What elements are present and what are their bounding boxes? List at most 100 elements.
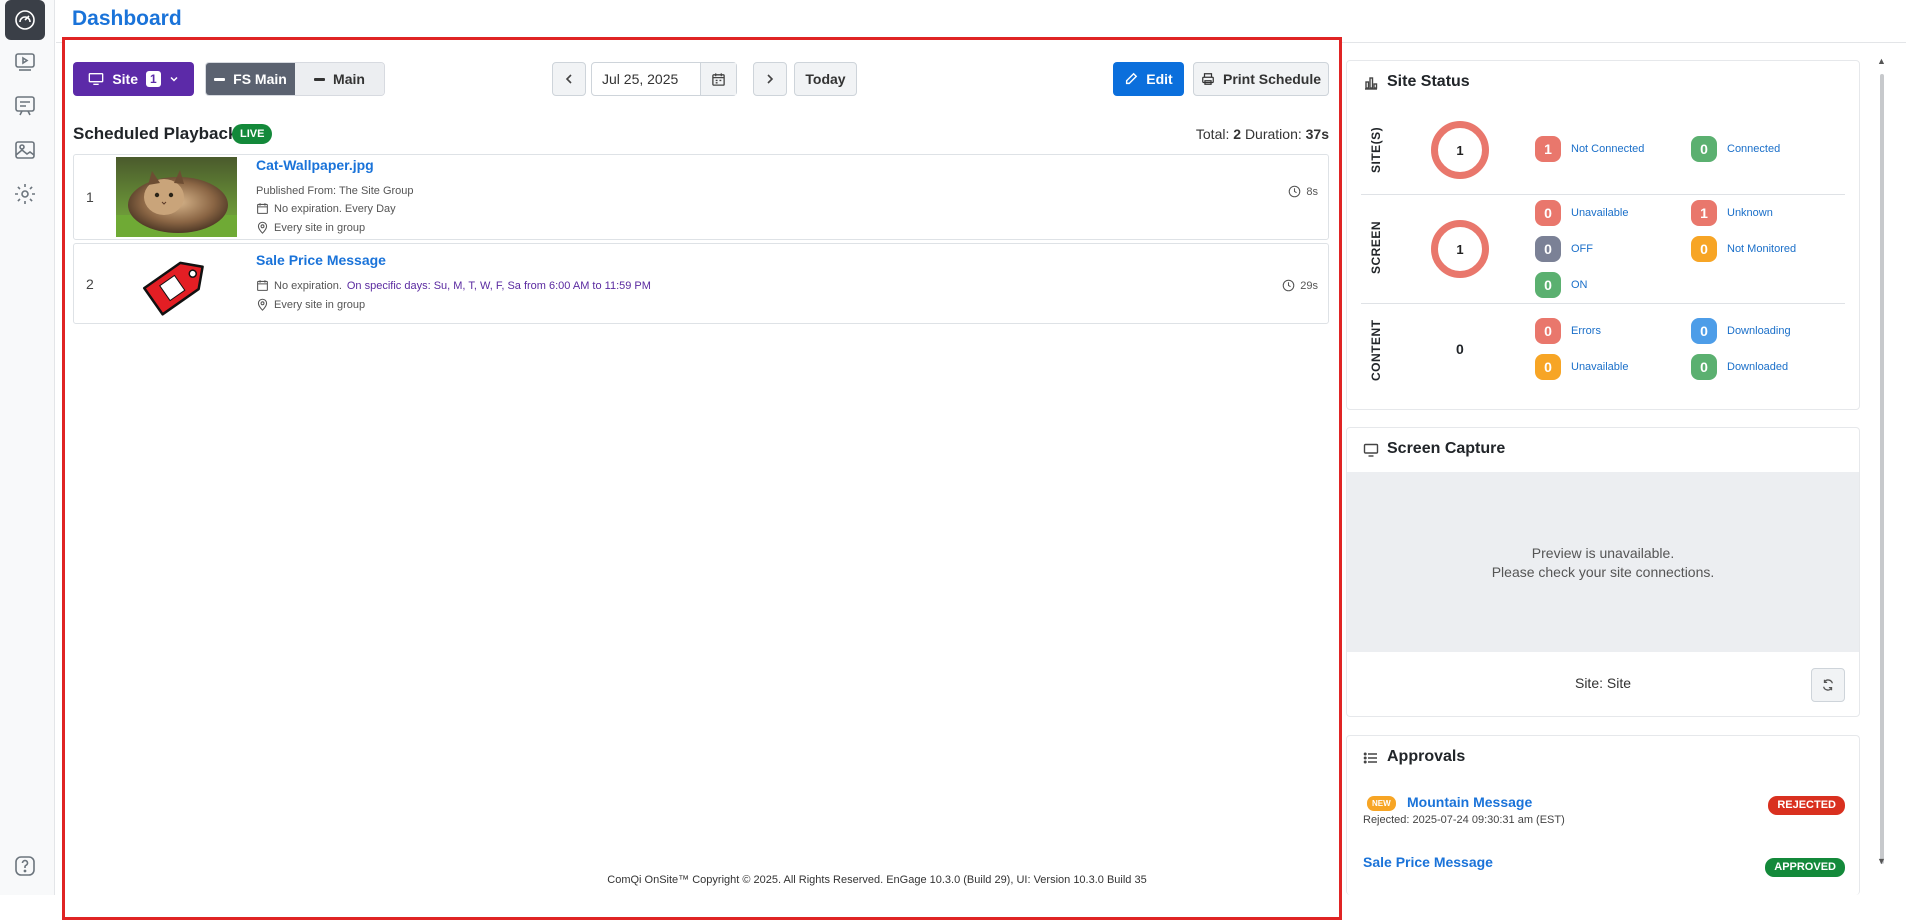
stat-screen-not-monitored[interactable]: 0 Not Monitored xyxy=(1691,236,1796,262)
help-icon xyxy=(15,856,35,876)
playlist-nav[interactable] xyxy=(5,42,45,82)
zone-main-tab[interactable]: Main xyxy=(295,63,384,95)
today-button[interactable]: Today xyxy=(794,62,857,96)
capture-site-label: Site: Site xyxy=(1574,675,1632,691)
zone-fs-main-tab[interactable]: FS Main xyxy=(206,63,295,95)
chevron-right-icon xyxy=(767,74,774,84)
stat-value: 0 xyxy=(1535,200,1561,226)
site-selector-button[interactable]: Site 1 xyxy=(73,62,194,96)
total-value: 2 xyxy=(1233,126,1242,142)
clock-icon xyxy=(1289,185,1301,198)
stat-screen-unknown[interactable]: 1 Unknown xyxy=(1691,200,1773,226)
playlist-icon xyxy=(15,53,35,71)
approval-title-link[interactable]: Sale Price Message xyxy=(1363,854,1493,870)
expiration-text: No expiration. Every Day xyxy=(274,202,396,215)
location-text: Every site in group xyxy=(274,221,366,234)
dashboard-nav[interactable] xyxy=(5,0,45,40)
row-title-link[interactable]: Cat-Wallpaper.jpg xyxy=(256,157,374,173)
site-status-title: Site Status xyxy=(1387,73,1470,90)
stat-not-connected[interactable]: 1 Not Connected xyxy=(1535,136,1644,162)
clock-icon xyxy=(1282,279,1295,292)
stat-label: ON xyxy=(1571,279,1588,291)
stat-label: Unavailable xyxy=(1571,361,1629,373)
location-line: Every site in group xyxy=(256,221,365,234)
sale-tag-thumbnail xyxy=(116,246,237,320)
chevron-down-icon xyxy=(170,76,178,82)
stat-screen-on[interactable]: 0 ON xyxy=(1535,272,1588,298)
refresh-icon xyxy=(1822,679,1834,691)
refresh-capture-button[interactable] xyxy=(1811,668,1845,702)
stat-value: 0 xyxy=(1691,236,1717,262)
stat-content-unavailable[interactable]: 0 Unavailable xyxy=(1535,354,1628,380)
dash-icon xyxy=(314,77,326,81)
stat-label: OFF xyxy=(1571,243,1593,255)
duration-value: 37s xyxy=(1305,126,1329,142)
stat-screen-unavailable[interactable]: 0 Unavailable xyxy=(1535,200,1628,226)
scroll-down-icon[interactable]: ▼ xyxy=(1877,856,1886,866)
right-scrollbar[interactable]: ▲ ▼ xyxy=(1876,56,1888,876)
settings-nav[interactable] xyxy=(5,174,45,214)
help-nav[interactable] xyxy=(5,846,45,886)
row-duration: 8s xyxy=(1288,185,1318,198)
site-status-card: Site Status SITE(S) 1 1 Not Connected 0 … xyxy=(1346,60,1860,410)
preview-line-2: Please check your site connections. xyxy=(1491,564,1715,580)
previous-date-button[interactable] xyxy=(552,62,586,96)
scroll-thumb[interactable] xyxy=(1880,74,1884,864)
rejected-badge: REJECTED xyxy=(1768,796,1845,815)
approvals-card: Approvals NEW Mountain Message Rejected:… xyxy=(1346,735,1860,895)
approval-title-link[interactable]: Mountain Message xyxy=(1407,794,1532,810)
stat-label: Not Monitored xyxy=(1727,243,1797,255)
screen-capture-title: Screen Capture xyxy=(1387,440,1506,457)
duration-label: Duration: xyxy=(1244,126,1302,142)
stat-content-downloaded[interactable]: 0 Downloaded xyxy=(1691,354,1788,380)
stat-screen-off[interactable]: 0 OFF xyxy=(1535,236,1593,262)
row-duration: 29s xyxy=(1282,279,1318,292)
expiration-line: No expiration. Every Day xyxy=(256,202,396,215)
stat-label: Unavailable xyxy=(1571,207,1629,219)
media-nav[interactable] xyxy=(5,130,45,170)
calendar-button[interactable] xyxy=(700,63,736,95)
total-label: Total: xyxy=(1195,126,1230,142)
stat-value: 0 xyxy=(1535,318,1561,344)
media-icon xyxy=(15,141,35,159)
stat-content-downloading[interactable]: 0 Downloading xyxy=(1691,318,1791,344)
schedule-panel: Site 1 FS Main Main Jul 25, 2025 Today E… xyxy=(62,37,1342,920)
capture-preview-area: Preview is unavailable. Please check you… xyxy=(1347,472,1859,652)
date-input[interactable]: Jul 25, 2025 xyxy=(592,63,700,95)
print-schedule-button[interactable]: Print Schedule xyxy=(1193,62,1329,96)
page-title: Dashboard xyxy=(72,7,182,30)
settings-icon xyxy=(15,184,35,204)
preview-unavailable-message: Preview is unavailable. Please check you… xyxy=(1347,544,1859,582)
cat-wallpaper-thumbnail xyxy=(116,157,237,237)
date-picker[interactable]: Jul 25, 2025 xyxy=(591,62,737,96)
bar-chart-icon xyxy=(1365,77,1378,90)
scroll-up-icon[interactable]: ▲ xyxy=(1877,56,1886,66)
preview-line-1: Preview is unavailable. xyxy=(1531,545,1675,561)
left-rail xyxy=(0,0,55,895)
zone-fs-main-label: FS Main xyxy=(233,71,287,87)
calendar-icon xyxy=(257,280,268,291)
screen-section-label: SCREEN xyxy=(1369,220,1383,274)
approval-subtext: Rejected: 2025-07-24 09:30:31 am (EST) xyxy=(1363,814,1565,826)
list-icon xyxy=(1363,752,1377,764)
chevron-left-icon xyxy=(565,74,572,84)
playlist-row[interactable]: 2 Sale Price Message No expiration. On s… xyxy=(73,243,1329,324)
row-title-link[interactable]: Sale Price Message xyxy=(256,252,386,268)
messages-nav[interactable] xyxy=(5,86,45,126)
messages-icon xyxy=(15,96,35,116)
stat-label: Downloading xyxy=(1727,325,1791,337)
stat-content-errors[interactable]: 0 Errors xyxy=(1535,318,1601,344)
expiration-line: No expiration. On specific days: Su, M, … xyxy=(256,279,651,292)
zone-segmented-control: FS Main Main xyxy=(205,62,385,96)
stat-value: 1 xyxy=(1691,200,1717,226)
live-badge: LIVE xyxy=(232,124,273,144)
dashboard-icon xyxy=(15,10,35,30)
next-date-button[interactable] xyxy=(753,62,787,96)
edit-button[interactable]: Edit xyxy=(1113,62,1184,96)
playlist-row[interactable]: 1 Cat-Wallpaper.jpg Published From: The xyxy=(73,154,1329,240)
stat-value: 0 xyxy=(1535,354,1561,380)
location-icon xyxy=(257,298,268,311)
stat-value: 0 xyxy=(1535,236,1561,262)
location-icon xyxy=(257,221,268,234)
stat-connected[interactable]: 0 Connected xyxy=(1691,136,1780,162)
